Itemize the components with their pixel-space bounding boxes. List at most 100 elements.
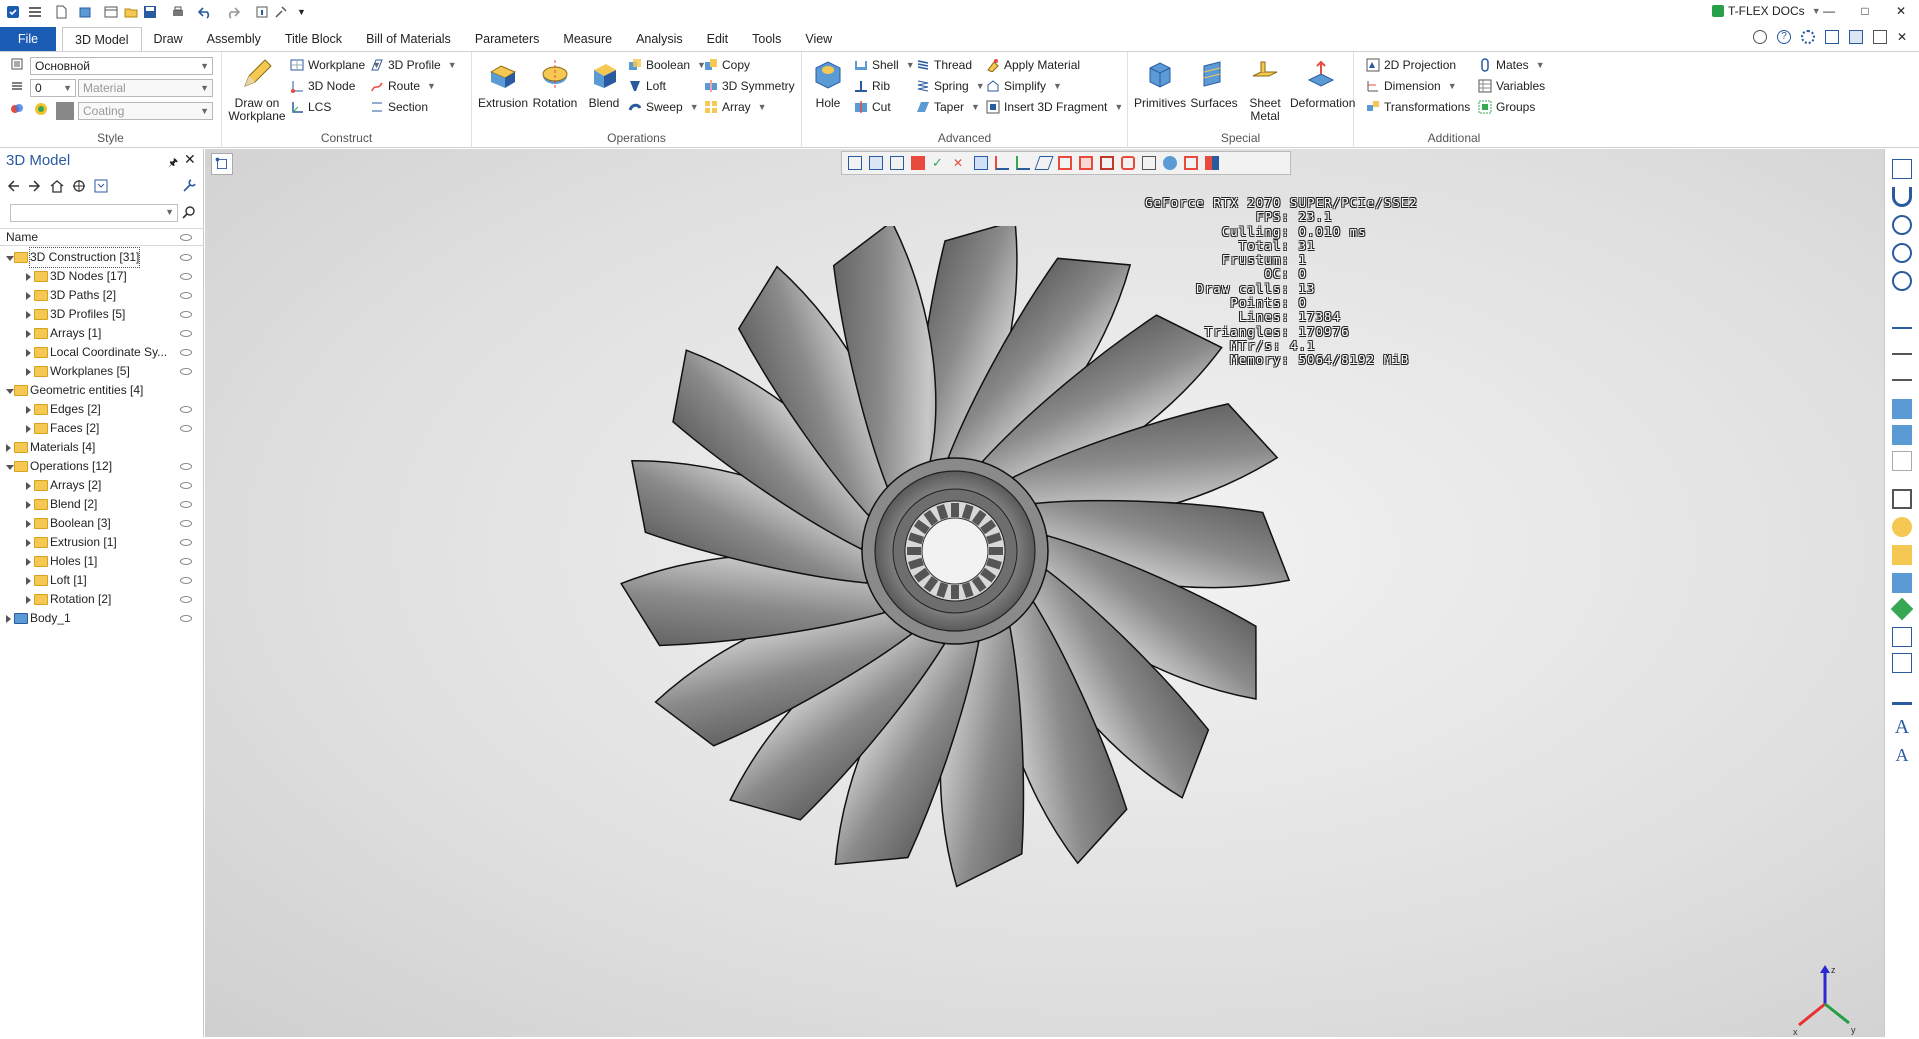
color-swatch[interactable] — [56, 102, 74, 120]
thread-button[interactable]: Thread — [916, 58, 972, 72]
expand-arrow-icon[interactable] — [26, 292, 31, 300]
grid-icon[interactable] — [974, 156, 988, 170]
sheet-metal-button[interactable]: Sheet Metal — [1242, 58, 1288, 123]
collapse-arrow-icon[interactable] — [6, 256, 14, 261]
expand-arrow-icon[interactable] — [26, 311, 31, 319]
shaded-icon[interactable] — [1163, 156, 1177, 170]
tree-item[interactable]: Edges [2] — [0, 400, 204, 419]
tab-draw[interactable]: Draw — [142, 27, 195, 51]
expand-arrow-icon[interactable] — [26, 273, 31, 281]
minimize-icon[interactable]: — — [1811, 4, 1847, 18]
rib-button[interactable]: Rib — [854, 79, 890, 93]
workplane-button[interactable]: Workplane ▼ — [290, 58, 381, 72]
material-combo[interactable]: Material ▼ — [78, 79, 213, 97]
section-button[interactable]: Section — [370, 100, 428, 114]
customize-icon[interactable]: ▼ — [297, 4, 306, 20]
insert-3d-fragment-button[interactable]: Insert 3D Fragment ▼ — [986, 100, 1123, 114]
apply-material-button[interactable]: Apply Material — [986, 58, 1080, 72]
3d-profile-button[interactable]: 3D Profile ▼ — [370, 58, 457, 72]
zoom-all-icon[interactable] — [1892, 271, 1912, 291]
visibility-eye-icon[interactable] — [180, 311, 192, 318]
cross-icon[interactable]: ✕ — [953, 156, 967, 170]
array-button[interactable]: Array ▼ — [704, 100, 767, 114]
tab-assembly[interactable]: Assembly — [195, 27, 273, 51]
taper-button[interactable]: Taper ▼ — [916, 100, 980, 114]
tab-title-block[interactable]: Title Block — [273, 27, 354, 51]
search-icon[interactable] — [182, 205, 196, 219]
tree-item[interactable]: Loft [1] — [0, 571, 204, 590]
surfaces-button[interactable]: Surfaces — [1188, 58, 1240, 110]
selection-filter-icon[interactable] — [869, 156, 883, 170]
primitives-button[interactable]: Primitives — [1132, 58, 1188, 110]
plane-icon[interactable] — [1892, 451, 1912, 471]
expand-arrow-icon[interactable] — [26, 501, 31, 509]
lcs-view-icon[interactable] — [1892, 573, 1912, 593]
visibility-eye-icon[interactable] — [180, 596, 192, 603]
shell-button[interactable]: Shell ▼ — [854, 58, 915, 72]
face-icon[interactable] — [1892, 545, 1912, 565]
tree-item[interactable]: 3D Construction [31] — [0, 247, 204, 268]
expand-arrow-icon[interactable] — [26, 425, 31, 433]
visibility-eye-icon[interactable] — [180, 520, 192, 527]
visibility-eye-icon[interactable] — [180, 425, 192, 432]
cut-button[interactable]: Cut — [854, 100, 891, 114]
tree-item[interactable]: Body_1 — [0, 609, 204, 628]
visibility-eye-icon[interactable] — [180, 368, 192, 375]
coating-combo[interactable]: Coating ▼ — [78, 102, 213, 120]
visibility-eye-icon[interactable] — [180, 558, 192, 565]
cube-wire-icon[interactable] — [1142, 156, 1156, 170]
cube-check-2-icon[interactable] — [1892, 425, 1912, 445]
tab-parameters[interactable]: Parameters — [463, 27, 552, 51]
open-folder-icon[interactable] — [124, 4, 138, 20]
collapse-arrow-icon[interactable] — [6, 389, 14, 394]
expand-arrow-icon[interactable] — [26, 406, 31, 414]
cube-check-icon[interactable] — [1892, 399, 1912, 419]
tree-item[interactable]: Arrays [1] — [0, 324, 204, 343]
tree-item[interactable]: Workplanes [5] — [0, 362, 204, 381]
pen-icon[interactable] — [1034, 156, 1054, 170]
cube-red-3-icon[interactable] — [1100, 156, 1114, 170]
tree-item[interactable]: 3D Profiles [5] — [0, 305, 204, 324]
cube-red-1-icon[interactable] — [1058, 156, 1072, 170]
visibility-eye-icon[interactable] — [180, 539, 192, 546]
copy-button[interactable]: Copy — [704, 58, 750, 72]
hide-icon[interactable] — [1892, 335, 1912, 355]
arrow-box-icon[interactable] — [1892, 627, 1912, 647]
panel-close-icon[interactable]: ✕ — [184, 151, 196, 168]
expand-arrow-icon[interactable] — [26, 539, 31, 547]
hole-button[interactable]: Hole — [808, 58, 848, 110]
3d-symmetry-button[interactable]: 3D Symmetry — [704, 79, 795, 93]
rgb-color-icon[interactable] — [34, 102, 48, 116]
spring-button[interactable]: Spring ▼ — [916, 79, 985, 93]
tree-item[interactable]: Materials [4] — [0, 438, 204, 457]
visibility-eye-icon[interactable] — [180, 501, 192, 508]
expand-arrow-icon[interactable] — [26, 349, 31, 357]
new-3d-icon[interactable] — [78, 4, 92, 20]
collapse-icon[interactable] — [94, 179, 108, 193]
glasses-icon[interactable] — [1892, 309, 1912, 329]
tree-item[interactable]: Geometric entities [4] — [0, 381, 204, 400]
properties-icon[interactable] — [1892, 159, 1912, 179]
tree-item[interactable]: Rotation [2] — [0, 590, 204, 609]
hidden-lines-icon[interactable] — [1184, 156, 1198, 170]
home-icon[interactable] — [50, 179, 64, 193]
level-icon[interactable] — [10, 79, 24, 93]
cube-red-4-icon[interactable] — [1121, 156, 1135, 170]
visibility-eye-icon[interactable] — [180, 406, 192, 413]
globe-icon[interactable] — [1892, 517, 1912, 537]
menu-icon[interactable] — [28, 4, 42, 20]
zoom-icon[interactable] — [1753, 30, 1767, 44]
color-palette-icon[interactable] — [10, 102, 24, 116]
tab-edit[interactable]: Edit — [695, 27, 741, 51]
visibility-eye-icon[interactable] — [180, 482, 192, 489]
tree-item[interactable]: Faces [2] — [0, 419, 204, 438]
brand[interactable]: T-FLEX DOCs ▼ — [1712, 4, 1821, 18]
show-icon[interactable] — [1892, 361, 1912, 381]
route-button[interactable]: Route ▼ — [370, 79, 436, 93]
close-doc-icon[interactable]: ✕ — [1897, 30, 1911, 44]
checkmark-icon[interactable]: ✓ — [932, 156, 946, 170]
visibility-eye-icon[interactable] — [180, 463, 192, 470]
visibility-eye-icon[interactable] — [180, 273, 192, 280]
expand-arrow-icon[interactable] — [6, 444, 11, 452]
transformations-button[interactable]: Transformations — [1366, 100, 1470, 114]
